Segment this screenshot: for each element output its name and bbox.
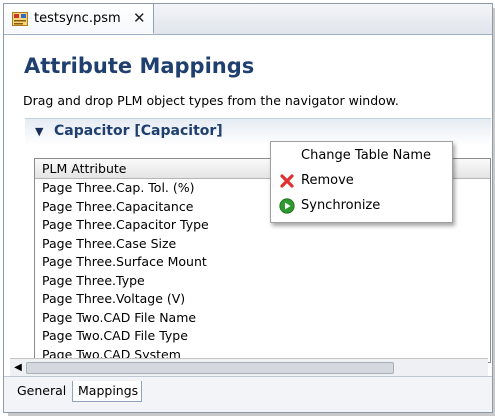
table-cell: Page Two.CAD File Type bbox=[42, 328, 188, 343]
table-row[interactable]: Page Two.CAD File Type bbox=[35, 327, 490, 346]
menu-item-label: Change Table Name bbox=[301, 148, 432, 163]
editor-window: testsync.psm ✕ Attribute Mappings Drag a… bbox=[3, 3, 493, 413]
synchronize-icon bbox=[279, 198, 295, 214]
menu-item-remove[interactable]: Remove bbox=[271, 169, 452, 193]
table-row[interactable]: Page Three.Type bbox=[35, 272, 490, 291]
table-cell: Page Three.Type bbox=[42, 272, 145, 288]
table-cell: Page Three.Capacitance bbox=[42, 198, 194, 214]
editor-tab-bar: testsync.psm ✕ bbox=[4, 4, 492, 35]
psm-file-icon bbox=[12, 12, 28, 26]
table-row[interactable]: Page Three.Case Size bbox=[35, 235, 490, 254]
table-cell: Page Three.Cap. Tol. (%) bbox=[42, 180, 195, 195]
menu-item-label: Synchronize bbox=[301, 198, 381, 213]
table-row[interactable]: Page Three.Surface Mount bbox=[35, 253, 490, 272]
section-title: Capacitor [Capacitor] bbox=[54, 123, 223, 139]
editor-tab-label: testsync.psm bbox=[34, 11, 121, 26]
table-cell: Page Three.Case Size bbox=[42, 235, 177, 251]
menu-item-change-table-name[interactable]: Change Table Name bbox=[271, 144, 452, 168]
editor-tab-testsync[interactable]: testsync.psm ✕ bbox=[4, 4, 154, 34]
scrollbar-thumb[interactable] bbox=[26, 362, 394, 374]
tab-general[interactable]: General bbox=[12, 381, 72, 402]
table-cell: Page Three.Voltage (V) bbox=[42, 291, 186, 306]
scroll-left-icon[interactable]: ◀ bbox=[12, 361, 24, 374]
expand-toggle-icon[interactable]: ▼ bbox=[35, 125, 43, 138]
page-description: Drag and drop PLM object types from the … bbox=[23, 93, 399, 108]
remove-icon bbox=[280, 174, 294, 188]
editor-page-tabs: General Mappings bbox=[4, 376, 492, 412]
column-header-plm-attribute[interactable]: PLM Attribute bbox=[42, 161, 126, 176]
horizontal-scrollbar[interactable]: ◀ bbox=[10, 358, 488, 376]
context-menu: Change Table Name Remove Synchronize bbox=[270, 141, 453, 223]
tab-mappings[interactable]: Mappings bbox=[72, 381, 142, 402]
table-row[interactable]: Page Three.Voltage (V) bbox=[35, 290, 490, 309]
close-icon[interactable]: ✕ bbox=[133, 9, 146, 27]
table-cell: Page Three.Capacitor Type bbox=[42, 217, 209, 232]
table-cell: Page Three.Surface Mount bbox=[42, 254, 207, 269]
menu-item-synchronize[interactable]: Synchronize bbox=[271, 194, 452, 218]
menu-item-label: Remove bbox=[301, 173, 354, 188]
table-cell: Page Two.CAD File Name bbox=[42, 309, 197, 325]
page-title: Attribute Mappings bbox=[24, 54, 255, 78]
table-row[interactable]: Page Two.CAD File Name bbox=[35, 309, 490, 328]
